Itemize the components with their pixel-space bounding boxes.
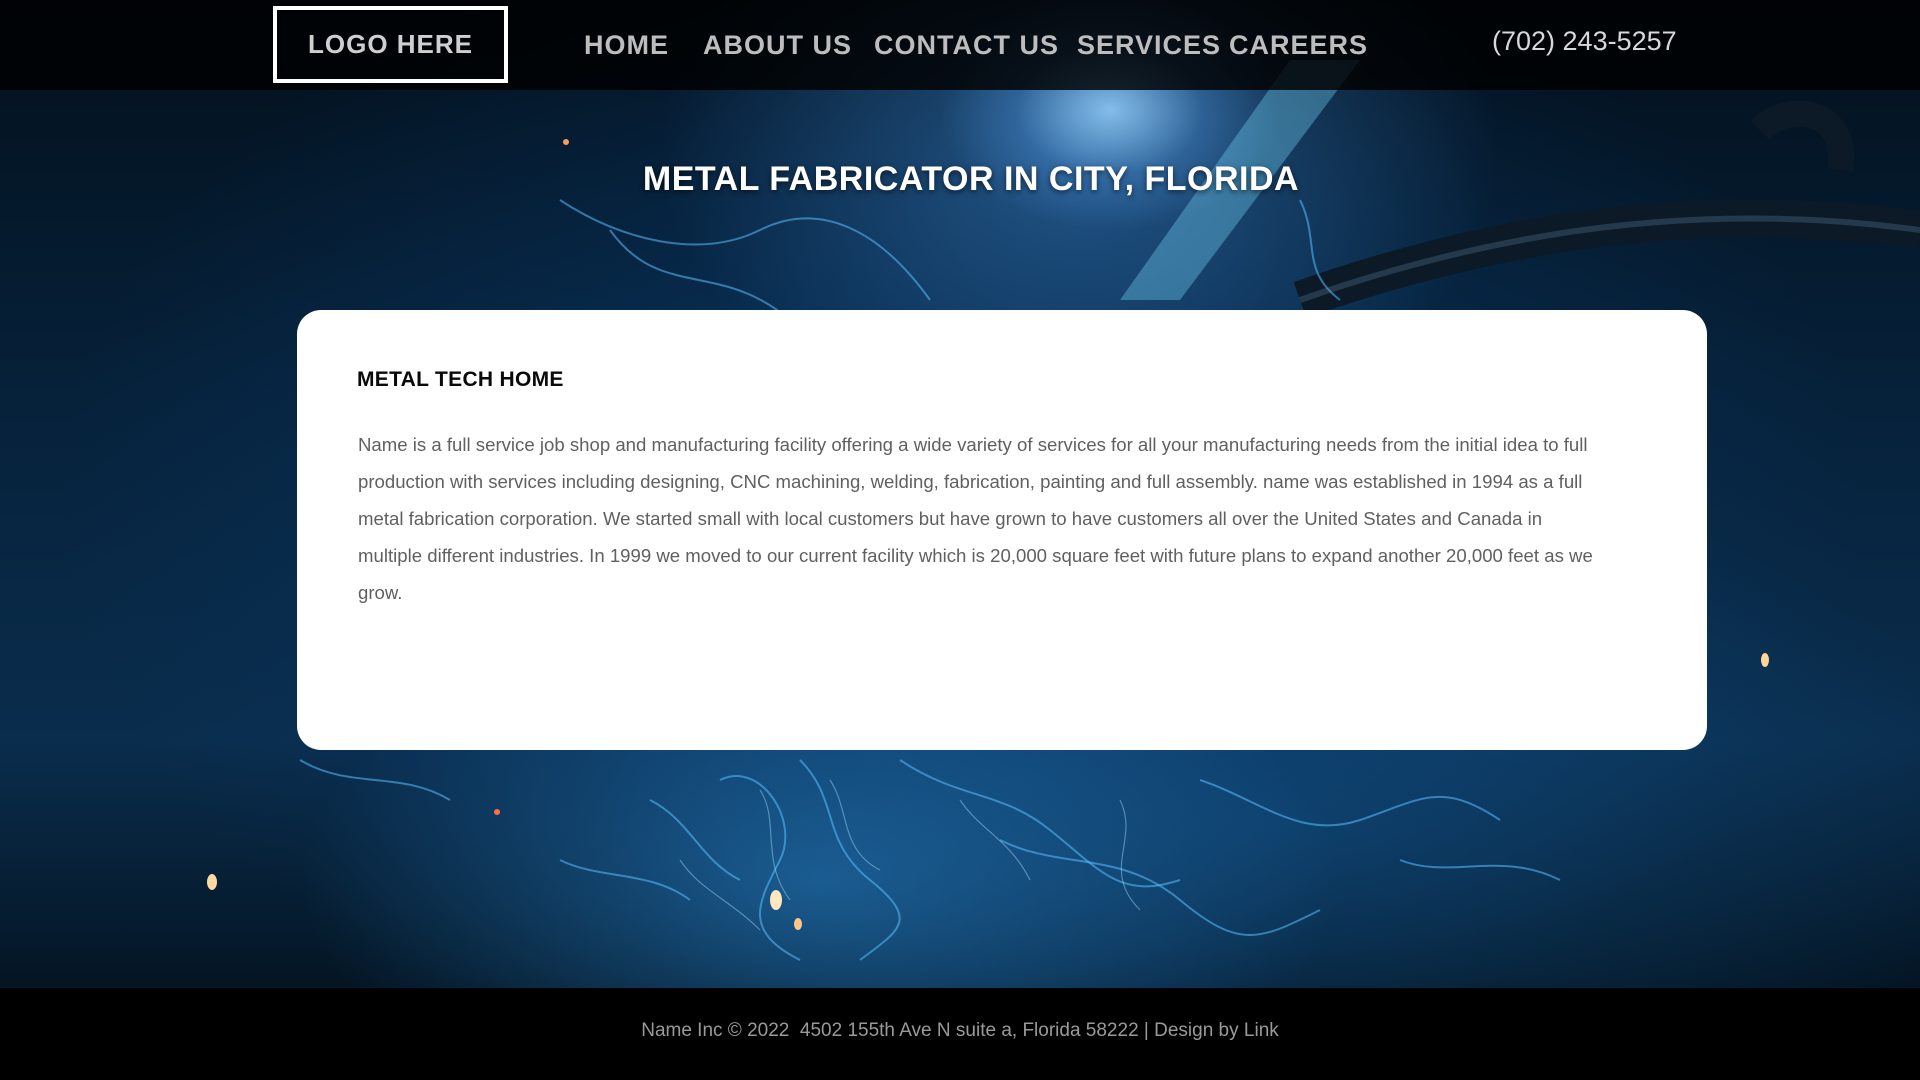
site-footer: Name Inc © 2022 4502 155th Ave N suite a… xyxy=(0,988,1920,1080)
footer-text: Name Inc © 2022 4502 155th Ave N suite a… xyxy=(0,1020,1920,1042)
site-header: LOGO HERE HOME ABOUT US CONTACT US SERVI… xyxy=(0,0,1920,90)
phone-number-link[interactable]: (702) 243-5257 xyxy=(1492,26,1677,57)
nav-about-us[interactable]: ABOUT US xyxy=(703,30,852,61)
nav-careers[interactable]: CAREERS xyxy=(1229,30,1368,61)
card-body-text: Name is a full service job shop and manu… xyxy=(358,434,1593,603)
nav-services[interactable]: SERVICES xyxy=(1077,30,1221,61)
nav-contact-us[interactable]: CONTACT US xyxy=(874,30,1059,61)
nav-home[interactable]: HOME xyxy=(584,30,669,61)
card-heading: METAL TECH HOME xyxy=(357,368,564,391)
content-card: METAL TECH HOME Name is a full service j… xyxy=(297,310,1707,750)
footer-copyright: Name Inc © 2022 4502 155th Ave N suite a… xyxy=(641,1020,1244,1041)
page-title: METAL FABRICATOR IN CITY, FLORIDA xyxy=(642,160,1300,198)
design-credit-link[interactable]: Link xyxy=(1244,1020,1279,1041)
